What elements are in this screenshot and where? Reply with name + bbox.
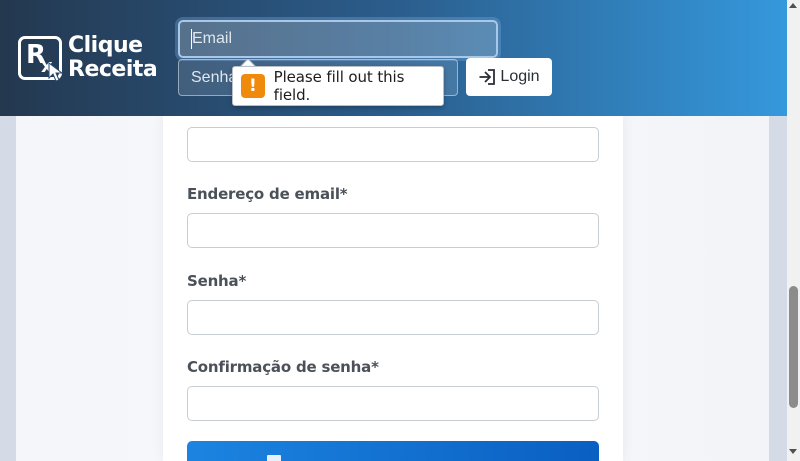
email-field-label: Endereço de email*: [187, 185, 348, 203]
warning-icon: !: [241, 74, 265, 98]
password-field-label: Senha*: [187, 272, 247, 290]
email-field[interactable]: [187, 213, 599, 248]
login-button[interactable]: Login: [466, 58, 552, 96]
brand-line-2: Receita: [68, 57, 158, 82]
scroll-down-icon[interactable]: [789, 449, 797, 454]
header-email-input[interactable]: [178, 20, 498, 58]
validation-message: Please fill out this field.: [273, 68, 405, 104]
name-field[interactable]: [187, 127, 599, 162]
logo[interactable]: R x Clique Receita: [18, 34, 158, 84]
validation-tooltip: ! Please fill out this field.: [232, 66, 444, 106]
text-caret: [191, 29, 192, 49]
password-confirm-field-label: Confirmação de senha*: [187, 358, 379, 376]
sign-in-icon: [479, 69, 496, 85]
login-button-label: Login: [500, 68, 540, 85]
brand-name: Clique Receita: [68, 33, 158, 82]
submit-button[interactable]: [187, 441, 599, 461]
password-confirm-field[interactable]: [187, 386, 599, 421]
brand-line-1: Clique: [68, 33, 143, 58]
submit-button-icon: [267, 455, 281, 461]
password-field[interactable]: [187, 300, 599, 335]
cursor-icon: [48, 62, 64, 82]
scrollbar-thumb[interactable]: [789, 286, 798, 408]
scroll-up-icon[interactable]: [789, 3, 797, 8]
